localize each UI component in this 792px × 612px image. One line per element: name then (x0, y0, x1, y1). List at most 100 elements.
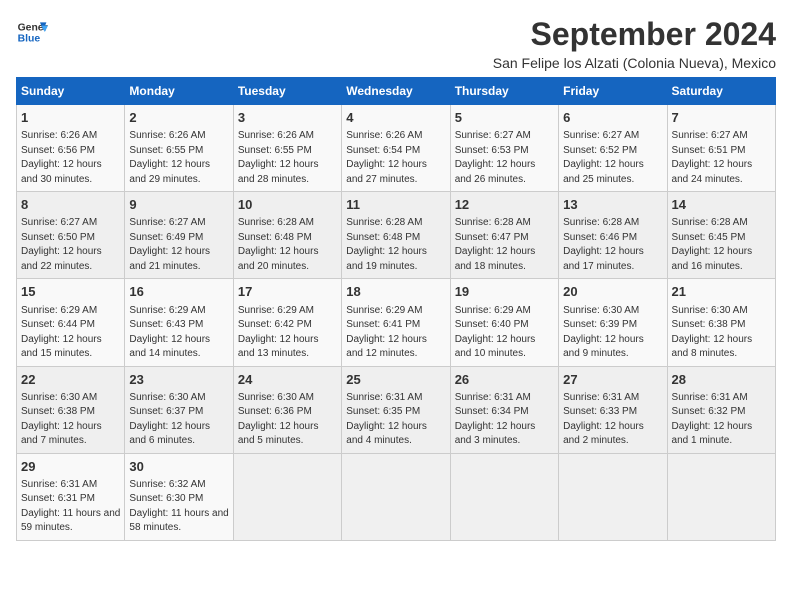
day-number: 25 (346, 371, 445, 389)
day-info: Sunrise: 6:31 AMSunset: 6:31 PMDaylight:… (21, 478, 120, 536)
day-number: 28 (672, 371, 771, 389)
day-number: 5 (455, 109, 554, 127)
day-info: Sunrise: 6:29 AMSunset: 6:44 PMDaylight:… (21, 304, 120, 362)
calendar-cell: 28 Sunrise: 6:31 AMSunset: 6:32 PMDayligh… (667, 366, 775, 453)
calendar-cell: 23Sunrise: 6:30 AMSunset: 6:37 PMDayligh… (125, 366, 233, 453)
day-number: 1 (21, 109, 120, 127)
day-info: Sunrise: 6:31 AMSunset: 6:32 PMDaylight:… (672, 391, 771, 449)
day-number: 13 (563, 196, 662, 214)
day-number: 2 (129, 109, 228, 127)
weekday-header-row: SundayMondayTuesdayWednesdayThursdayFrid… (17, 78, 776, 105)
day-number: 17 (238, 283, 337, 301)
calendar-week-row: 22 Sunrise: 6:30 AMSunset: 6:38 PMDayligh… (17, 366, 776, 453)
day-info: Sunrise: 6:26 AMSunset: 6:55 PMDaylight:… (238, 129, 337, 187)
day-number: 27 (563, 371, 662, 389)
calendar-cell: 27 Sunrise: 6:31 AMSunset: 6:33 PMDayligh… (559, 366, 667, 453)
day-info: Sunrise: 6:27 AMSunset: 6:51 PMDaylight:… (672, 129, 771, 187)
calendar-week-row: 15Sunrise: 6:29 AMSunset: 6:44 PMDayligh… (17, 279, 776, 366)
weekday-header-cell: Wednesday (342, 78, 450, 105)
calendar-cell (559, 453, 667, 540)
day-info: Sunrise: 6:30 AMSunset: 6:36 PMDaylight:… (238, 391, 337, 449)
calendar-body: 1 Sunrise: 6:26 AMSunset: 6:56 PMDaylight… (17, 105, 776, 541)
day-number: 14 (672, 196, 771, 214)
calendar-cell: 14 Sunrise: 6:28 AMSunset: 6:45 PMDayligh… (667, 192, 775, 279)
weekday-header-cell: Monday (125, 78, 233, 105)
day-info: Sunrise: 6:26 AMSunset: 6:55 PMDaylight:… (129, 129, 228, 187)
day-number: 3 (238, 109, 337, 127)
calendar-cell: 15Sunrise: 6:29 AMSunset: 6:44 PMDayligh… (17, 279, 125, 366)
calendar-week-row: 1 Sunrise: 6:26 AMSunset: 6:56 PMDaylight… (17, 105, 776, 192)
calendar-cell: 17 Sunrise: 6:29 AMSunset: 6:42 PMDayligh… (233, 279, 341, 366)
day-number: 26 (455, 371, 554, 389)
day-info: Sunrise: 6:27 AMSunset: 6:50 PMDaylight:… (21, 216, 120, 274)
weekday-header-cell: Sunday (17, 78, 125, 105)
day-info: Sunrise: 6:27 AMSunset: 6:52 PMDaylight:… (563, 129, 662, 187)
weekday-header-cell: Thursday (450, 78, 558, 105)
day-info: Sunrise: 6:29 AMSunset: 6:41 PMDaylight:… (346, 304, 445, 362)
day-number: 4 (346, 109, 445, 127)
day-info: Sunrise: 6:30 AMSunset: 6:38 PMDaylight:… (672, 304, 771, 362)
day-number: 20 (563, 283, 662, 301)
calendar-cell: 12 Sunrise: 6:28 AMSunset: 6:47 PMDayligh… (450, 192, 558, 279)
day-number: 8 (21, 196, 120, 214)
day-info: Sunrise: 6:30 AMSunset: 6:38 PMDaylight:… (21, 391, 120, 449)
calendar-cell: 24 Sunrise: 6:30 AMSunset: 6:36 PMDayligh… (233, 366, 341, 453)
calendar-cell: 20 Sunrise: 6:30 AMSunset: 6:39 PMDayligh… (559, 279, 667, 366)
day-info: Sunrise: 6:28 AMSunset: 6:45 PMDaylight:… (672, 216, 771, 274)
month-year-title: September 2024 (493, 16, 776, 53)
day-number: 11 (346, 196, 445, 214)
day-info: Sunrise: 6:29 AMSunset: 6:42 PMDaylight:… (238, 304, 337, 362)
day-info: Sunrise: 6:31 AMSunset: 6:34 PMDaylight:… (455, 391, 554, 449)
day-number: 30 (129, 458, 228, 476)
day-info: Sunrise: 6:28 AMSunset: 6:46 PMDaylight:… (563, 216, 662, 274)
day-info: Sunrise: 6:28 AMSunset: 6:48 PMDaylight:… (238, 216, 337, 274)
weekday-header-cell: Saturday (667, 78, 775, 105)
calendar-cell: 19Sunrise: 6:29 AMSunset: 6:40 PMDayligh… (450, 279, 558, 366)
day-info: Sunrise: 6:26 AMSunset: 6:56 PMDaylight:… (21, 129, 120, 187)
day-number: 18 (346, 283, 445, 301)
day-number: 19 (455, 283, 554, 301)
day-info: Sunrise: 6:30 AMSunset: 6:39 PMDaylight:… (563, 304, 662, 362)
day-info: Sunrise: 6:29 AMSunset: 6:43 PMDaylight:… (129, 304, 228, 362)
day-number: 6 (563, 109, 662, 127)
calendar-cell: 30 Sunrise: 6:32 AMSunset: 6:30 PMDayligh… (125, 453, 233, 540)
page-header: General Blue September 2024 San Felipe l… (16, 16, 776, 71)
day-info: Sunrise: 6:28 AMSunset: 6:48 PMDaylight:… (346, 216, 445, 274)
day-number: 21 (672, 283, 771, 301)
day-number: 24 (238, 371, 337, 389)
day-number: 9 (129, 196, 228, 214)
weekday-header-cell: Friday (559, 78, 667, 105)
calendar-cell: 10Sunrise: 6:28 AMSunset: 6:48 PMDayligh… (233, 192, 341, 279)
day-info: Sunrise: 6:26 AMSunset: 6:54 PMDaylight:… (346, 129, 445, 187)
day-info: Sunrise: 6:31 AMSunset: 6:33 PMDaylight:… (563, 391, 662, 449)
calendar-cell: 13 Sunrise: 6:28 AMSunset: 6:46 PMDayligh… (559, 192, 667, 279)
calendar-cell: 4 Sunrise: 6:26 AMSunset: 6:54 PMDaylight… (342, 105, 450, 192)
calendar-week-row: 29Sunrise: 6:31 AMSunset: 6:31 PMDayligh… (17, 453, 776, 540)
day-info: Sunrise: 6:28 AMSunset: 6:47 PMDaylight:… (455, 216, 554, 274)
calendar-cell: 16Sunrise: 6:29 AMSunset: 6:43 PMDayligh… (125, 279, 233, 366)
calendar-table: SundayMondayTuesdayWednesdayThursdayFrid… (16, 77, 776, 541)
logo-icon: General Blue (16, 16, 48, 48)
svg-text:Blue: Blue (18, 34, 41, 45)
calendar-cell: 29Sunrise: 6:31 AMSunset: 6:31 PMDayligh… (17, 453, 125, 540)
calendar-cell: 22 Sunrise: 6:30 AMSunset: 6:38 PMDayligh… (17, 366, 125, 453)
calendar-cell: 6 Sunrise: 6:27 AMSunset: 6:52 PMDaylight… (559, 105, 667, 192)
day-info: Sunrise: 6:27 AMSunset: 6:49 PMDaylight:… (129, 216, 228, 274)
calendar-cell: 8 Sunrise: 6:27 AMSunset: 6:50 PMDaylight… (17, 192, 125, 279)
day-number: 7 (672, 109, 771, 127)
day-info: Sunrise: 6:32 AMSunset: 6:30 PMDaylight:… (129, 478, 228, 536)
calendar-cell: 18 Sunrise: 6:29 AMSunset: 6:41 PMDayligh… (342, 279, 450, 366)
calendar-cell: 11 Sunrise: 6:28 AMSunset: 6:48 PMDayligh… (342, 192, 450, 279)
title-block: September 2024 San Felipe los Alzati (Co… (493, 16, 776, 71)
calendar-week-row: 8 Sunrise: 6:27 AMSunset: 6:50 PMDaylight… (17, 192, 776, 279)
calendar-cell: 25 Sunrise: 6:31 AMSunset: 6:35 PMDayligh… (342, 366, 450, 453)
day-info: Sunrise: 6:31 AMSunset: 6:35 PMDaylight:… (346, 391, 445, 449)
day-number: 22 (21, 371, 120, 389)
day-info: Sunrise: 6:30 AMSunset: 6:37 PMDaylight:… (129, 391, 228, 449)
location-subtitle: San Felipe los Alzati (Colonia Nueva), M… (493, 55, 776, 71)
calendar-cell (233, 453, 341, 540)
day-number: 12 (455, 196, 554, 214)
weekday-header-cell: Tuesday (233, 78, 341, 105)
calendar-cell: 26 Sunrise: 6:31 AMSunset: 6:34 PMDayligh… (450, 366, 558, 453)
calendar-cell: 7 Sunrise: 6:27 AMSunset: 6:51 PMDaylight… (667, 105, 775, 192)
